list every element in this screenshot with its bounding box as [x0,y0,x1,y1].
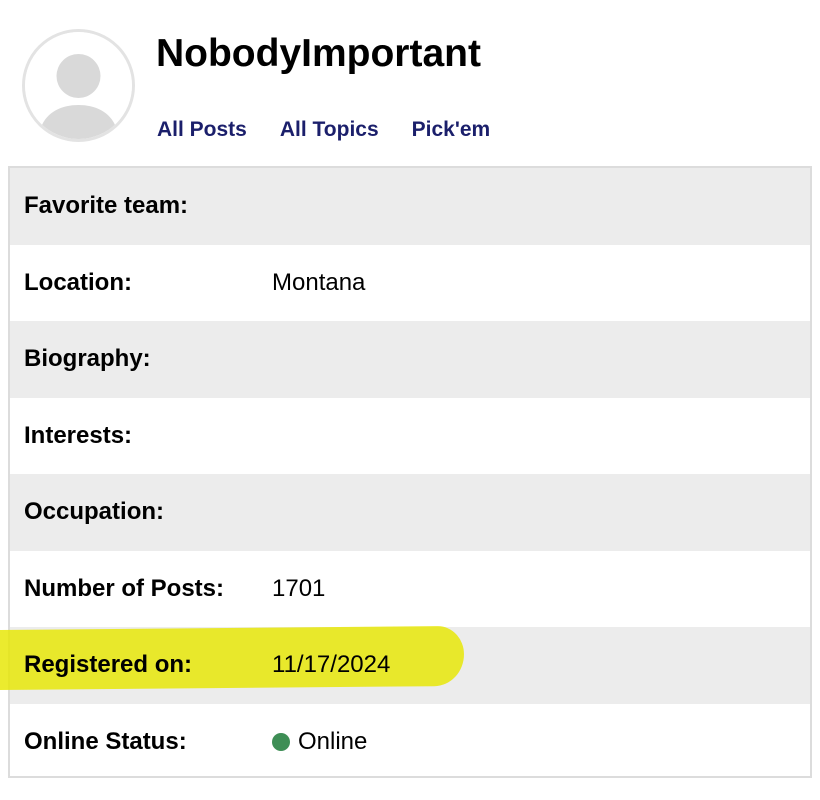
all-topics-link[interactable]: All Topics [280,118,379,142]
row-label: Occupation: [24,498,165,526]
pickem-link[interactable]: Pick'em [412,118,491,142]
online-status: Online [272,728,367,756]
page-title: NobodyImportant [156,32,481,75]
row-value: 1701 [272,574,326,602]
row-label: Biography: [24,345,151,373]
table-row-favorite-team: Favorite team: [10,168,810,245]
table-row-occupation: Occupation: [10,474,810,551]
row-label: Favorite team: [24,192,189,220]
row-label: Online Status: [24,727,187,755]
table-row-interests: Interests: [10,398,810,475]
avatar [22,29,135,142]
user-profile-page: NobodyImportant All Posts All Topics Pic… [0,0,820,800]
table-row-number-of-posts: Number of Posts: 1701 [10,551,810,628]
row-label: Location: [24,268,132,296]
default-user-avatar-icon [25,32,132,139]
row-label: Interests: [24,421,133,449]
table-row-online-status: Online Status: Online [10,704,810,781]
row-value: 11/17/2024 [272,651,391,679]
row-value: Montana [272,268,366,296]
online-status-dot-icon [272,732,290,751]
table-row-biography: Biography: [10,321,810,398]
profile-nav: All Posts All Topics Pick'em [157,118,490,142]
online-status-text: Online [298,727,368,755]
row-label: Number of Posts: [24,574,225,602]
row-label: Registered on: [24,651,193,679]
table-row-registered-on: Registered on: 11/17/2024 [10,627,810,704]
table-row-location: Location: Montana [10,245,810,322]
profile-details-table: Favorite team: Location: Montana Biograp… [8,166,812,778]
all-posts-link[interactable]: All Posts [157,118,247,142]
